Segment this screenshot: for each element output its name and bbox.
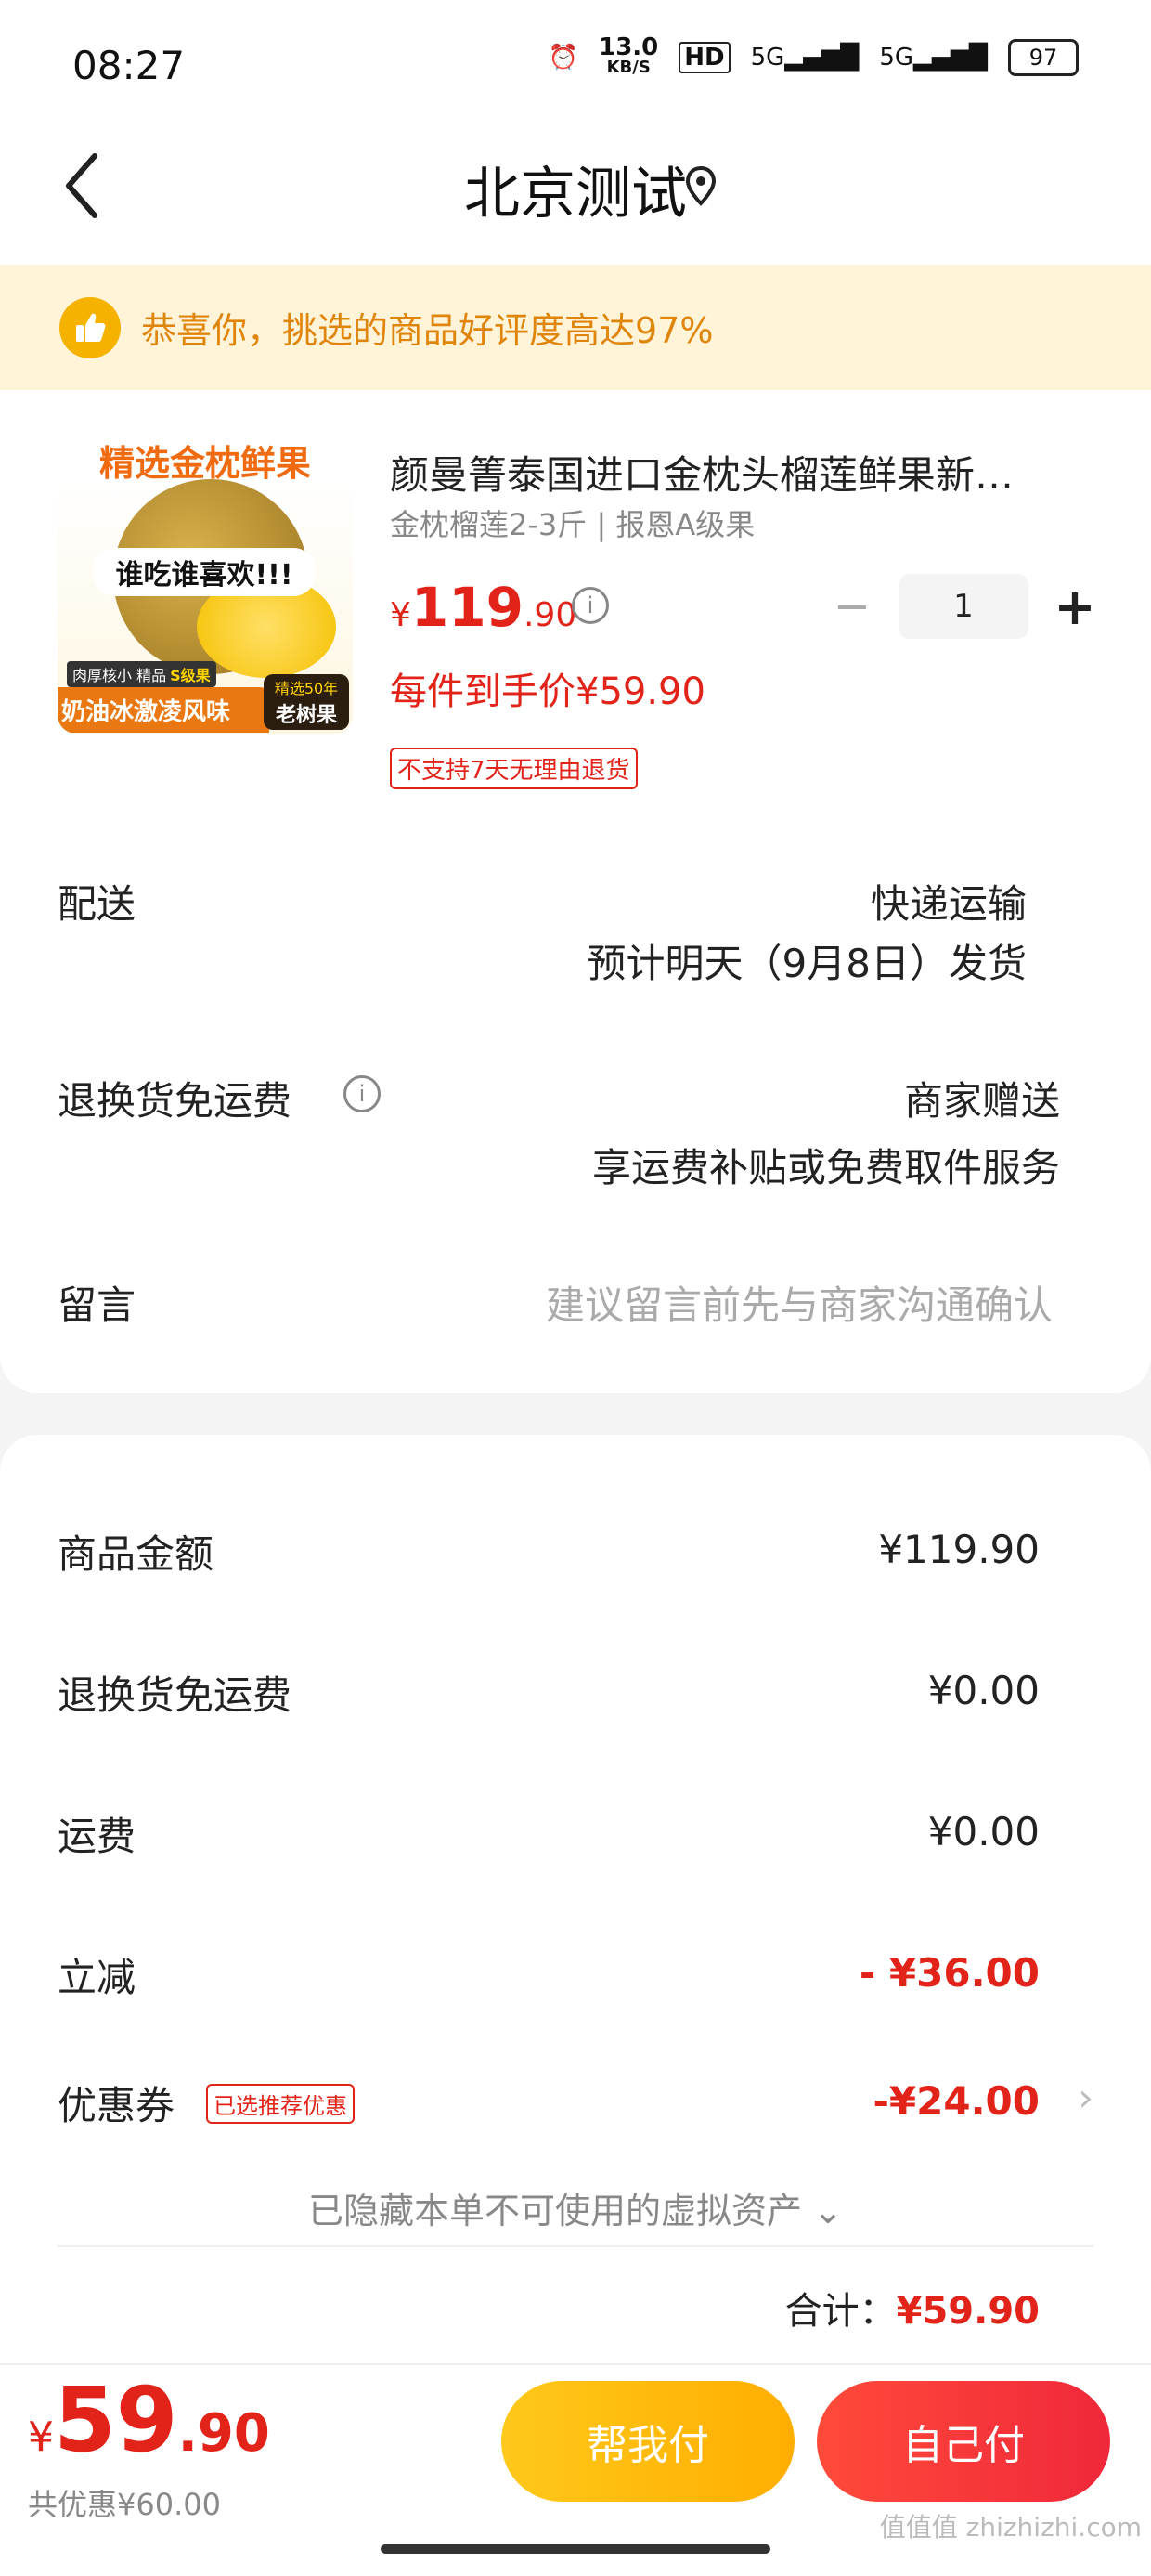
image-tree-badge: 精选50年 老树果 [264, 674, 349, 730]
message-label: 留言 [58, 1282, 136, 1328]
quantity-value[interactable]: 1 [899, 574, 1028, 639]
battery-level: 97 [1028, 45, 1058, 71]
return-shipping-desc: 享运费补贴或免费取件服务 [591, 1145, 1060, 1190]
unit-price: 每件到手价¥59.90 [390, 670, 705, 713]
bottom-currency: ¥ [28, 2413, 54, 2461]
watermark: 值值值 zhizhizhi.com [879, 2512, 1142, 2543]
product-price: ¥119.90 [390, 576, 576, 639]
shipping-label: 运费 [58, 1814, 136, 1859]
product-image[interactable]: 精选金枕鲜果 谁吃谁喜欢!!! 肉厚核小 精品 S级果 奶油冰激凌风味 精选50年… [58, 427, 353, 734]
price-currency: ¥ [390, 596, 411, 634]
praise-banner: 恭喜你，挑选的商品好评度高达97% [0, 265, 1151, 390]
coupon-badge: 已选推荐优惠 [206, 2084, 355, 2124]
price-info-icon[interactable]: i [572, 587, 609, 624]
coupon-label: 优惠券 [58, 2083, 175, 2128]
self-pay-button[interactable]: 自己付 [817, 2381, 1110, 2502]
status-icons: ⏰ 13.0 KB/S HD 5G▂▄▆█ 5G▂▄▆█ 97 [548, 33, 1079, 78]
decrease-button[interactable]: − [824, 580, 880, 632]
discount-value: - ¥36.00 [859, 1950, 1040, 1996]
divider [58, 2245, 1093, 2247]
image-tag1: 肉厚核小 精品 S级果 [67, 661, 216, 687]
page-title: 北京测试 [464, 162, 687, 227]
net-speed: 13.0 KB/S [599, 33, 659, 78]
banner-text: 恭喜你，挑选的商品好评度高达97% [141, 310, 714, 351]
location-icon[interactable] [685, 165, 717, 210]
total-value: ¥59.90 [896, 2290, 1040, 2333]
battery-icon: 97 [1008, 39, 1079, 76]
image-mid-text: 谁吃谁喜欢!!! [93, 548, 316, 596]
price-decimal: .90 [523, 596, 577, 634]
return-shipping-value: 商家赠送 [903, 1078, 1060, 1124]
price-integer: 119 [410, 576, 524, 639]
status-time: 08:27 [72, 43, 186, 88]
quantity-stepper: − 1 + [824, 574, 1103, 639]
return-info-icon[interactable]: i [343, 1075, 381, 1112]
product-title[interactable]: 颜曼箐泰国进口金枕头榴莲鲜果新… [390, 444, 1077, 501]
return-fee-label: 退换货免运费 [58, 1672, 292, 1718]
chevron-right-icon[interactable]: › [1078, 2075, 1093, 2120]
total-row: 合计：¥59.90 [785, 2281, 1040, 2335]
net-speed-unit: KB/S [606, 58, 651, 77]
message-input[interactable]: 建议留言前先与商家沟通确认 [546, 1274, 1053, 1331]
coupon-value[interactable]: -¥24.00 [873, 2078, 1040, 2124]
alarm-icon: ⏰ [548, 44, 579, 72]
saved-amount: 共优惠¥60.00 [28, 2487, 221, 2522]
goods-amount-label: 商品金额 [58, 1531, 214, 1577]
bottom-price-integer: 59 [54, 2368, 178, 2472]
home-indicator[interactable] [381, 2544, 770, 2554]
product-spec[interactable]: 金枕榴莲2-3斤 | 报恩A级果 [390, 501, 755, 544]
hd-icon: HD [679, 42, 731, 73]
signal-icon-2: 5G▂▄▆█ [879, 44, 988, 72]
image-top-text: 精选金枕鲜果 [98, 443, 311, 484]
image-bottom-text: 奶油冰激凌风味 [58, 687, 269, 733]
return-fee-value: ¥0.00 [927, 1668, 1040, 1713]
goods-amount-value: ¥119.90 [878, 1527, 1040, 1572]
no-return-badge: 不支持7天无理由退货 [390, 748, 638, 789]
thumbs-up-icon [59, 296, 121, 358]
delivery-eta: 预计明天（9月8日）发货 [587, 941, 1027, 986]
discount-label: 立减 [58, 1955, 136, 2000]
hidden-assets-toggle[interactable]: 已隐藏本单不可使用的虚拟资产 ⌄ [0, 2182, 1151, 2233]
increase-button[interactable]: + [1047, 578, 1103, 636]
shipping-value: ¥0.00 [927, 1809, 1040, 1854]
signal-icon-1: 5G▂▄▆█ [750, 44, 860, 72]
bottom-price: ¥59.90 [28, 2368, 270, 2472]
net-speed-value: 13.0 [599, 33, 659, 61]
help-pay-button[interactable]: 帮我付 [501, 2381, 795, 2502]
bottom-price-decimal: .90 [177, 2403, 270, 2464]
delivery-label: 配送 [58, 881, 136, 927]
total-label: 合计： [784, 2290, 897, 2333]
delivery-method[interactable]: 快递运输 [871, 873, 1027, 930]
return-shipping-label: 退换货免运费 [58, 1078, 292, 1124]
